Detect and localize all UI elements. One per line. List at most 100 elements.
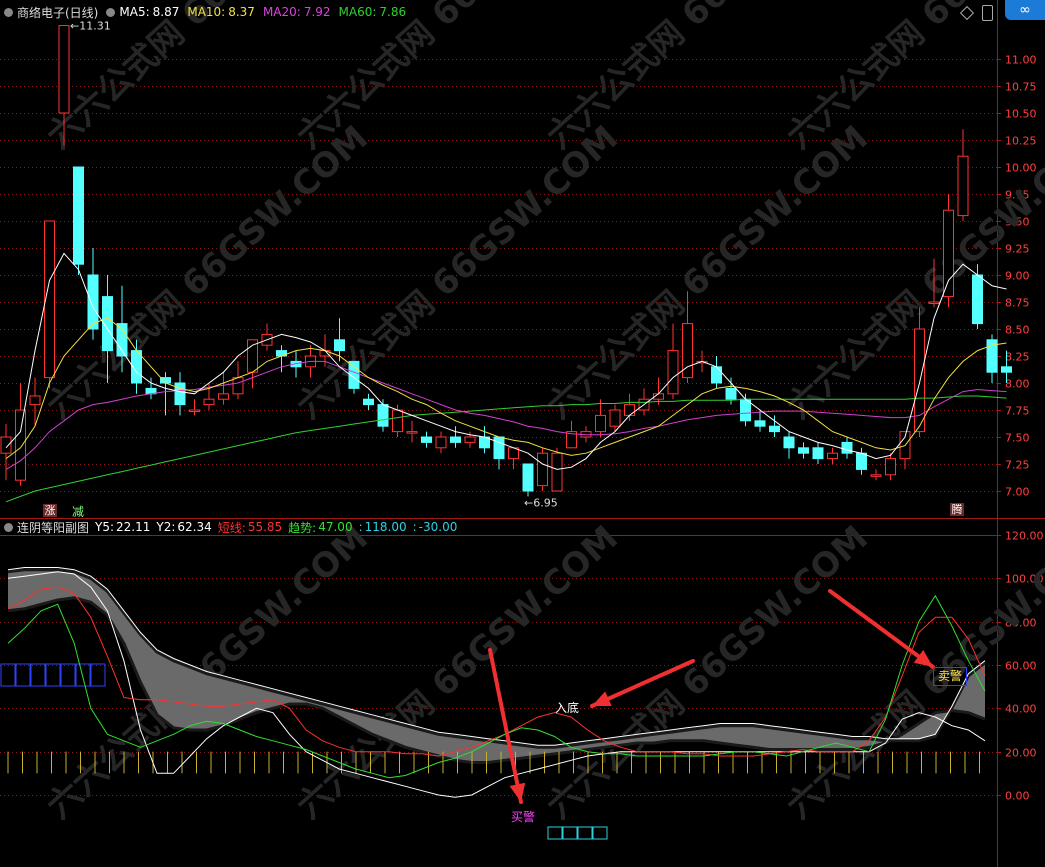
candle-body [247, 339, 258, 373]
short-value: 55.85 [247, 520, 283, 534]
candle-body [58, 25, 70, 114]
lower-label: : [412, 520, 417, 534]
stock-title: 商络电子(日线) [17, 5, 99, 20]
y-tick-label: 9.00 [1005, 270, 1030, 283]
candle-body [928, 301, 940, 304]
lower-value: -30.00 [418, 520, 458, 534]
y5-label: Y5: [95, 520, 115, 534]
link-icon[interactable]: ∞ [1005, 0, 1045, 20]
y-tick-label: 8.25 [1005, 351, 1030, 364]
y-tick-label: 7.50 [1005, 432, 1030, 445]
y-tick-label: 8.50 [1005, 324, 1030, 337]
stock-chart-canvas: 11.0010.7510.5010.2510.009.759.509.259.0… [0, 0, 1045, 867]
candle-body [203, 398, 215, 406]
candle-body [711, 366, 722, 384]
candle-body [522, 463, 534, 492]
sell-arrow-head [913, 649, 933, 667]
y2-label: Y2: [156, 520, 176, 534]
signal-box [562, 826, 578, 840]
candle-body [812, 447, 824, 460]
high-price-label: ←11.31 [70, 20, 111, 33]
candle-body [392, 409, 403, 433]
ma60-value: 7.86 [379, 5, 407, 19]
candle-body [624, 404, 635, 416]
sell-alert: 卖警 [933, 667, 967, 686]
y-tick-label: 20.00 [1005, 747, 1037, 760]
scroll-icon[interactable] [982, 5, 993, 21]
candle-body [435, 436, 447, 449]
signal-box [30, 663, 46, 687]
candle-body [827, 452, 838, 460]
signal-box [75, 663, 91, 687]
ma20-value: 7.92 [303, 5, 331, 19]
candle-body [334, 339, 345, 352]
signal-box [592, 826, 608, 840]
y-tick-label: 10.50 [1005, 108, 1037, 121]
y-tick-label: 7.00 [1005, 486, 1030, 499]
y-tick-label: 60.00 [1005, 660, 1037, 673]
signal-box [45, 663, 61, 687]
signal-box [60, 663, 76, 687]
candle-body [174, 382, 186, 406]
y-tick-label: 8.75 [1005, 297, 1030, 310]
ma10-value: 8.37 [228, 5, 255, 19]
candle-body [856, 452, 867, 470]
y-tick-label: 0.00 [1005, 790, 1030, 803]
y-tick-label: 11.00 [1005, 54, 1037, 67]
candle-body [537, 452, 548, 487]
entry-label: 入底 [555, 701, 580, 715]
candle-body [450, 436, 461, 443]
y-tick-label: 10.25 [1005, 135, 1037, 148]
trend-label: 趋势: [288, 520, 317, 535]
candle-body [943, 209, 954, 298]
y-tick-label: 10.75 [1005, 81, 1037, 94]
ma60-line [5, 395, 1007, 503]
candle-body [406, 431, 418, 434]
y2-value: 62.34 [177, 520, 212, 534]
y-tick-label: 9.25 [1005, 243, 1030, 256]
teng-marker: 腾 [950, 503, 964, 516]
candle-body [1001, 366, 1012, 373]
y-tick-label: 7.25 [1005, 459, 1030, 472]
sell-arrow-shaft [828, 589, 935, 669]
candle-body [551, 452, 563, 492]
indicator-collapse-icon[interactable] [4, 522, 13, 532]
y-tick-label: 120.00 [1005, 530, 1044, 543]
y-tick-label: 8.00 [1005, 378, 1030, 391]
watermark-text: 六六公式网 66GSW.COM [779, 0, 1045, 157]
main-collapse-icon[interactable] [106, 7, 116, 17]
indicator-header-bar: 连阴等阳副图 Y5: 22.11 Y2: 62.34 短线: 55.85 趋势:… [0, 519, 457, 535]
candle-body [29, 395, 41, 406]
signal-box [15, 663, 31, 687]
header-bar: 商络电子(日线) MA5: 8.87 MA10: 8.37 MA20: 7.92… [0, 3, 406, 21]
candle-body [885, 458, 896, 476]
upper-value: 118.00 [364, 520, 407, 534]
ma20-label: MA20: [262, 5, 301, 19]
candle-body [421, 436, 432, 443]
candle-body [870, 474, 882, 477]
y5-value: 22.11 [116, 520, 151, 534]
candle-body [595, 414, 606, 433]
candle-body [189, 409, 200, 412]
ma10-label: MA10: [187, 5, 226, 19]
candle-body [363, 398, 374, 406]
candle-body [754, 420, 766, 427]
candle-body [798, 447, 809, 454]
trend-value: 47.00 [318, 520, 353, 534]
candle-body [609, 409, 621, 427]
collapse-icon[interactable] [4, 7, 13, 17]
low-price-label: ←6.95 [524, 496, 558, 509]
candle-body [464, 436, 476, 443]
candle-body [841, 441, 853, 454]
ma5-label: MA5: [119, 5, 150, 19]
short-label: 短线: [217, 520, 246, 535]
signal-box [0, 663, 16, 687]
candle-body [493, 436, 505, 460]
ma60-label: MA60: [338, 5, 377, 19]
zhang-marker: 涨 [43, 504, 57, 517]
signal-box [90, 663, 106, 687]
candle-body [218, 393, 229, 400]
candle-body [972, 274, 983, 325]
y-tick-label: 40.00 [1005, 703, 1037, 716]
candle-body [725, 387, 737, 400]
